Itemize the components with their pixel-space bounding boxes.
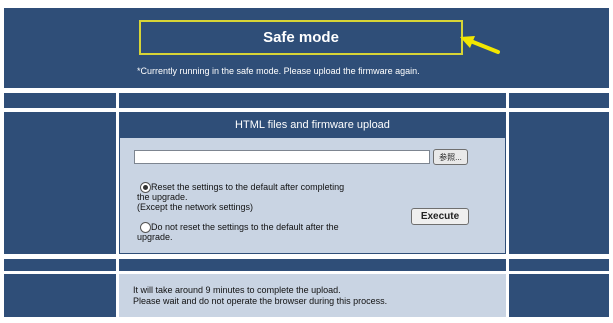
option-keep-line2: upgrade. — [137, 232, 173, 242]
upload-panel-header: HTML files and firmware upload — [119, 112, 506, 138]
browse-button[interactable]: 参照... — [433, 149, 468, 165]
option-keep-line1: Do not reset the settings to the default… — [151, 222, 339, 232]
footer-panel-right — [509, 274, 609, 317]
option-reset-note: (Except the network settings) — [137, 202, 254, 212]
option-reset-line2: the upgrade. — [137, 192, 188, 202]
firmware-file-input[interactable] — [134, 150, 430, 164]
notice-line-2: Please wait and do not operate the brows… — [133, 296, 388, 306]
execute-button[interactable]: Execute — [411, 208, 469, 225]
spacer-left-2 — [4, 259, 116, 271]
spacer-center — [119, 93, 506, 108]
spacer-center-2 — [119, 259, 506, 271]
spacer-right-2 — [509, 259, 609, 271]
notice-line-1: It will take around 9 minutes to complet… — [133, 285, 341, 295]
safe-mode-message: *Currently running in the safe mode. Ple… — [137, 66, 420, 76]
notice-text: It will take around 9 minutes to complet… — [133, 285, 387, 307]
side-panel-left — [4, 112, 116, 254]
side-panel-right — [509, 112, 609, 254]
footer-panel-left — [4, 274, 116, 317]
upload-section-title: HTML files and firmware upload — [235, 119, 390, 131]
spacer-left — [4, 93, 116, 108]
option-reset-line1: Reset the settings to the default after … — [151, 182, 345, 192]
safe-mode-box: Safe mode — [139, 20, 463, 55]
arrow-icon — [460, 36, 500, 54]
safe-mode-page: Safe mode *Currently running in the safe… — [0, 0, 613, 323]
spacer-right — [509, 93, 609, 108]
page-title: Safe mode — [263, 29, 339, 46]
